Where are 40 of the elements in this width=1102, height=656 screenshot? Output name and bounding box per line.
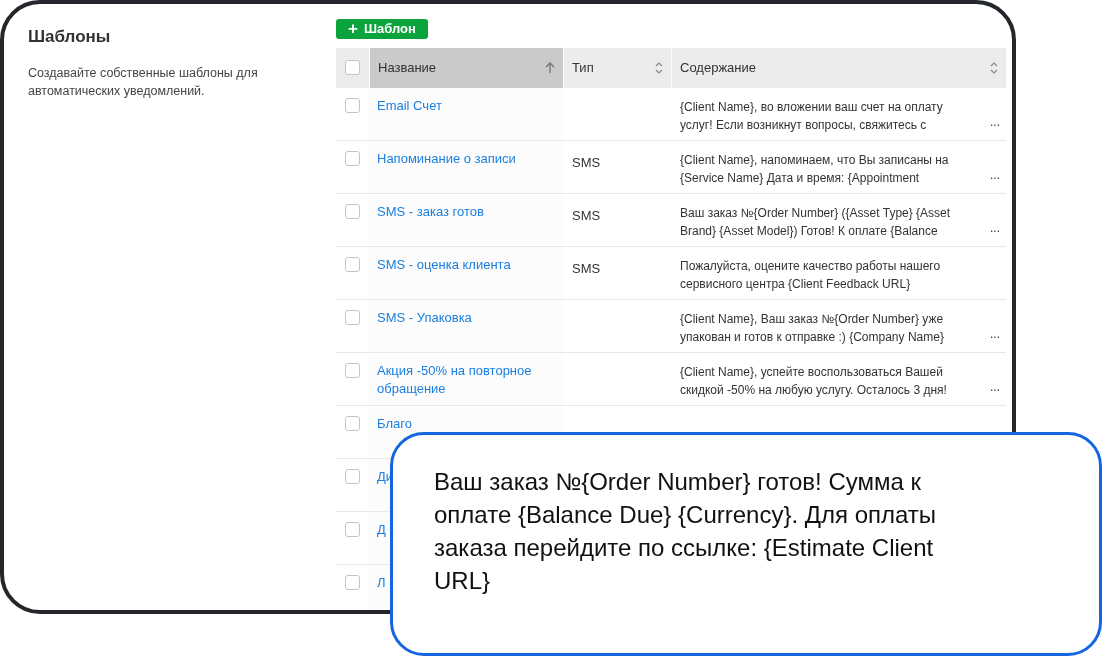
page-title: Шаблоны [28,26,112,48]
ellipsis: ... [990,168,1000,181]
type-cell: SMS [572,154,601,170]
template-name-link[interactable]: Акция -50% на повторное обращение [377,361,555,398]
checkbox[interactable] [345,203,360,219]
content-cell-text: {Client Name}, во вложении ваш счет на оплату услуг! Если возникнут вопросы, свяжитесь с [680,98,943,134]
content-cell-text: Ваш заказ №{Order Number} ({Asset Type} {Asset Brand} {Asset Model}) Готов! К оплате {Balance [680,204,951,240]
content-cell-text: {Client Name}, Ваш заказ №{Order Number} уже упакован и готов к отправке :) {Company Name} [680,310,944,346]
checkbox[interactable] [345,362,360,378]
ellipsis: ... [990,115,1000,128]
template-name-link[interactable]: SMS - заказ готов [377,202,484,221]
template-name-link[interactable]: SMS - оценка клиента [377,255,511,274]
ellipsis: ... [990,380,1000,393]
template-name-link[interactable]: Д [377,520,386,539]
template-name-link[interactable]: Напоминание о записи [377,149,516,168]
content-cell-text: {Client Name}, успейте воспользоваться Вашей скидкой -50% на любую услугу. Осталось 3 дня! [680,363,947,399]
template-name-link[interactable]: Благо [377,414,412,433]
checkbox[interactable] [345,521,360,537]
checkbox[interactable] [345,574,360,590]
checkbox[interactable] [345,468,360,484]
ellipsis: ... [990,327,1000,340]
checkbox[interactable] [345,60,360,75]
template-name-link[interactable]: Email Счет [377,96,442,115]
checkbox[interactable] [345,309,360,325]
add-template-button[interactable]: + Шаблон [336,19,428,39]
content-cell-text: Пожалуйста, оцените качество работы нашего сервисного центра {Client Feedback URL} [680,257,941,293]
plus-icon: + [348,20,358,38]
template-name-link[interactable]: SMS - Упаковка [377,308,472,327]
checkbox[interactable] [345,150,360,166]
template-name-link[interactable]: Л [377,573,386,592]
type-cell: SMS [572,207,601,223]
type-cell: SMS [572,260,601,276]
ellipsis: ... [990,221,1000,234]
checkbox[interactable] [345,97,360,113]
checkbox[interactable] [345,415,360,431]
callout-text: Ваш заказ №{Order Number} готов! Сумма к оплате {Balance Due} {Currency}. Для оплаты заказа перейдите по ссылке: {Estimate Client URL} [434,467,938,596]
page-description: Создавайте собственные шаблоны для автоматических уведомлений. [28,64,259,100]
content-cell-text: {Client Name}, напоминаем, что Вы записаны на {Service Name} Дата и время: {Appointment [680,151,949,187]
checkbox[interactable] [345,256,360,272]
column-header[interactable]: Название [369,47,563,88]
